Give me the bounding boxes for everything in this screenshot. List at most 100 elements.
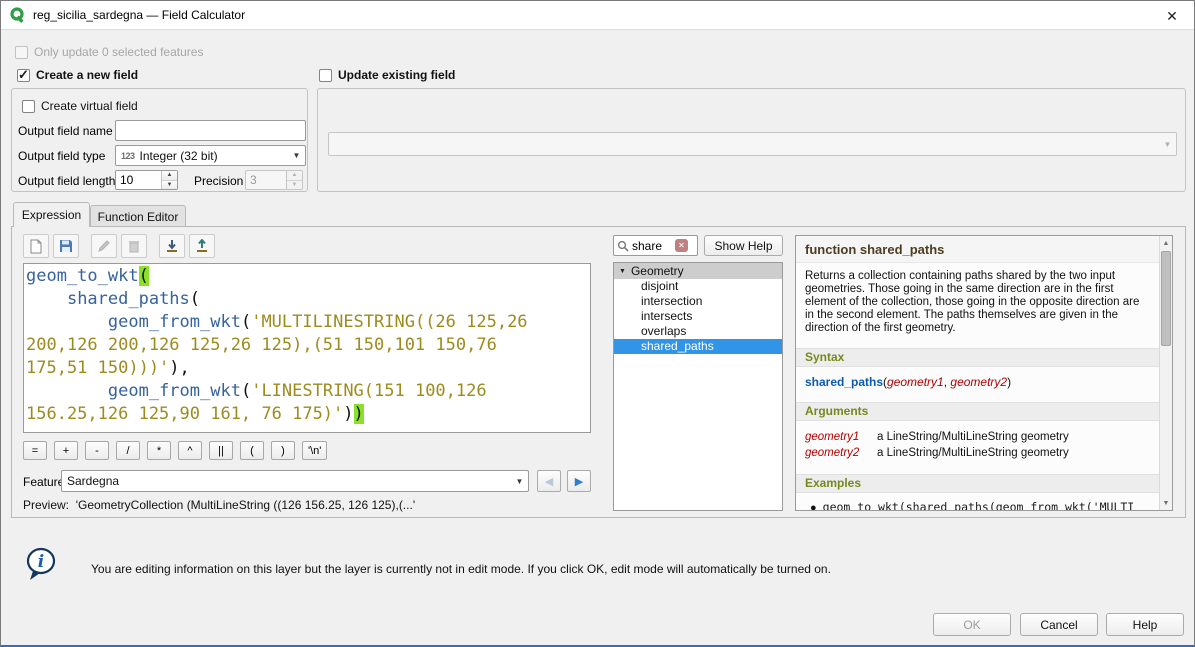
precision-spinner[interactable]: ▲ ▼	[245, 170, 303, 190]
feature-label: Feature	[23, 475, 64, 489]
scrollbar-thumb[interactable]	[1161, 251, 1171, 346]
help-scrollbar[interactable]: ▲ ▼	[1159, 236, 1172, 510]
ok-button[interactable]: OK	[933, 613, 1011, 636]
create-new-field-checkbox[interactable]: Create a new field	[17, 68, 138, 82]
function-tree-item[interactable]: intersection	[614, 294, 782, 309]
import-expression-button[interactable]	[159, 234, 185, 258]
qgis-icon	[10, 7, 26, 23]
help-button[interactable]: Help	[1106, 613, 1184, 636]
scroll-up-icon[interactable]: ▲	[1160, 236, 1172, 250]
delete-expression-icon	[127, 239, 141, 253]
arguments-table: geometry1a LineString/MultiLineString ge…	[805, 429, 1150, 461]
tab-function-editor-label: Function Editor	[98, 210, 179, 224]
spin-up-icon: ▲	[287, 171, 302, 181]
operator-button[interactable]: *	[147, 441, 171, 460]
expander-icon[interactable]: ▼	[619, 268, 626, 275]
clear-search-icon[interactable]: ✕	[675, 239, 688, 252]
examples-header: Examples	[796, 474, 1159, 493]
operator-button[interactable]: -	[85, 441, 109, 460]
field-calculator-dialog: reg_sicilia_sardegna — Field Calculator …	[0, 0, 1195, 647]
function-group-geometry[interactable]: ▼ Geometry	[614, 263, 782, 279]
title-bar: reg_sicilia_sardegna — Field Calculator …	[1, 1, 1194, 30]
new-expression-button[interactable]	[23, 234, 49, 258]
cancel-button[interactable]: Cancel	[1020, 613, 1098, 636]
chevron-down-icon: ▼	[511, 471, 528, 491]
window-title: reg_sicilia_sardegna — Field Calculator	[33, 8, 245, 22]
operator-button[interactable]: )	[271, 441, 295, 460]
feature-combo[interactable]: Sardegna ▼	[61, 470, 529, 492]
search-input[interactable]	[632, 239, 672, 253]
output-field-length-input[interactable]	[116, 171, 161, 189]
tab-expression-label: Expression	[22, 208, 81, 222]
tab-function-editor[interactable]: Function Editor	[90, 205, 186, 227]
only-update-checkbox[interactable]: Only update 0 selected features	[15, 45, 203, 59]
output-field-type-combo[interactable]: 123 Integer (32 bit) ▼	[115, 145, 306, 166]
chevron-down-icon: ▼	[1159, 133, 1176, 155]
svg-text:i: i	[38, 552, 44, 572]
output-field-name-input[interactable]	[115, 120, 306, 141]
create-virtual-field-label: Create virtual field	[41, 99, 138, 113]
arguments-header: Arguments	[796, 402, 1159, 421]
operator-button[interactable]: (	[240, 441, 264, 460]
operator-button[interactable]: ^	[178, 441, 202, 460]
tab-expression[interactable]: Expression	[13, 202, 90, 227]
feature-combo-value: Sardegna	[67, 474, 119, 488]
import-expression-icon	[165, 239, 179, 253]
next-feature-button[interactable]: ▶	[567, 470, 591, 492]
function-tree-item[interactable]: shared_paths	[614, 339, 782, 354]
edit-expression-icon	[97, 239, 111, 253]
search-icon	[617, 240, 629, 252]
operator-button[interactable]: =	[23, 441, 47, 460]
example-item: ● geom_to_wkt(shared_paths(geom_from_wkt…	[810, 501, 1150, 510]
spin-up-icon[interactable]: ▲	[162, 171, 177, 181]
delete-expression-button[interactable]	[121, 234, 147, 258]
output-field-type-label: Output field type	[18, 149, 105, 163]
function-group-label: Geometry	[631, 264, 684, 278]
function-search[interactable]: ✕	[613, 235, 698, 256]
preview-value: 'GeometryCollection (MultiLineString ((1…	[76, 498, 415, 512]
previous-feature-button[interactable]: ◀	[537, 470, 561, 492]
info-icon: i	[25, 547, 57, 586]
output-field-length-spinner[interactable]: ▲ ▼	[115, 170, 178, 190]
help-title: function shared_paths	[796, 236, 1159, 263]
close-icon[interactable]: ✕	[1163, 7, 1181, 25]
checkbox-box	[17, 69, 30, 82]
function-tree-item[interactable]: disjoint	[614, 279, 782, 294]
help-description: Returns a collection containing paths sh…	[805, 270, 1149, 335]
syntax-header: Syntax	[796, 348, 1159, 367]
expression-preview: Preview: 'GeometryCollection (MultiLineS…	[23, 498, 415, 512]
checkbox-box	[22, 100, 35, 113]
expression-editor[interactable]: geom_to_wkt( shared_paths( geom_from_wkt…	[23, 263, 591, 433]
export-expression-icon	[195, 239, 209, 253]
operator-button[interactable]: '\n'	[302, 441, 327, 460]
new-expression-icon	[29, 239, 43, 254]
operator-button[interactable]: ||	[209, 441, 233, 460]
syntax-line: shared_paths(geometry1, geometry2)	[805, 375, 1150, 389]
only-update-label: Only update 0 selected features	[34, 45, 203, 59]
create-virtual-field-checkbox[interactable]: Create virtual field	[22, 99, 138, 113]
precision-input[interactable]	[246, 171, 286, 189]
expression-text: geom_to_wkt( shared_paths( geom_from_wkt…	[26, 265, 588, 426]
scroll-down-icon[interactable]: ▼	[1160, 496, 1172, 510]
operator-button[interactable]: +	[54, 441, 78, 460]
operator-buttons: = +-/ * ^ || () '\n'	[23, 441, 327, 460]
function-tree: ▼ Geometry disjointintersectionintersect…	[613, 262, 783, 511]
function-tree-item[interactable]: intersects	[614, 309, 782, 324]
spin-down-icon[interactable]: ▼	[162, 181, 177, 190]
export-expression-button[interactable]	[189, 234, 215, 258]
existing-field-combo[interactable]: ▼	[328, 132, 1177, 156]
function-help-panel: function shared_paths Returns a collecti…	[795, 235, 1173, 511]
update-existing-group: ▼	[317, 88, 1186, 192]
function-tree-item[interactable]: overlaps	[614, 324, 782, 339]
create-new-field-label: Create a new field	[36, 68, 138, 82]
save-expression-button[interactable]	[53, 234, 79, 258]
edit-expression-button[interactable]	[91, 234, 117, 258]
output-field-type-value: Integer (32 bit)	[140, 149, 218, 163]
checkbox-box	[319, 69, 332, 82]
function-tree-items: disjointintersectionintersectsoverlapssh…	[614, 279, 782, 354]
new-field-group: Create virtual field Output field name O…	[11, 88, 308, 192]
operator-button[interactable]: /	[116, 441, 140, 460]
output-field-length-label: Output field length	[18, 174, 115, 188]
show-help-button[interactable]: Show Help	[704, 235, 783, 256]
update-existing-field-checkbox[interactable]: Update existing field	[319, 68, 455, 82]
